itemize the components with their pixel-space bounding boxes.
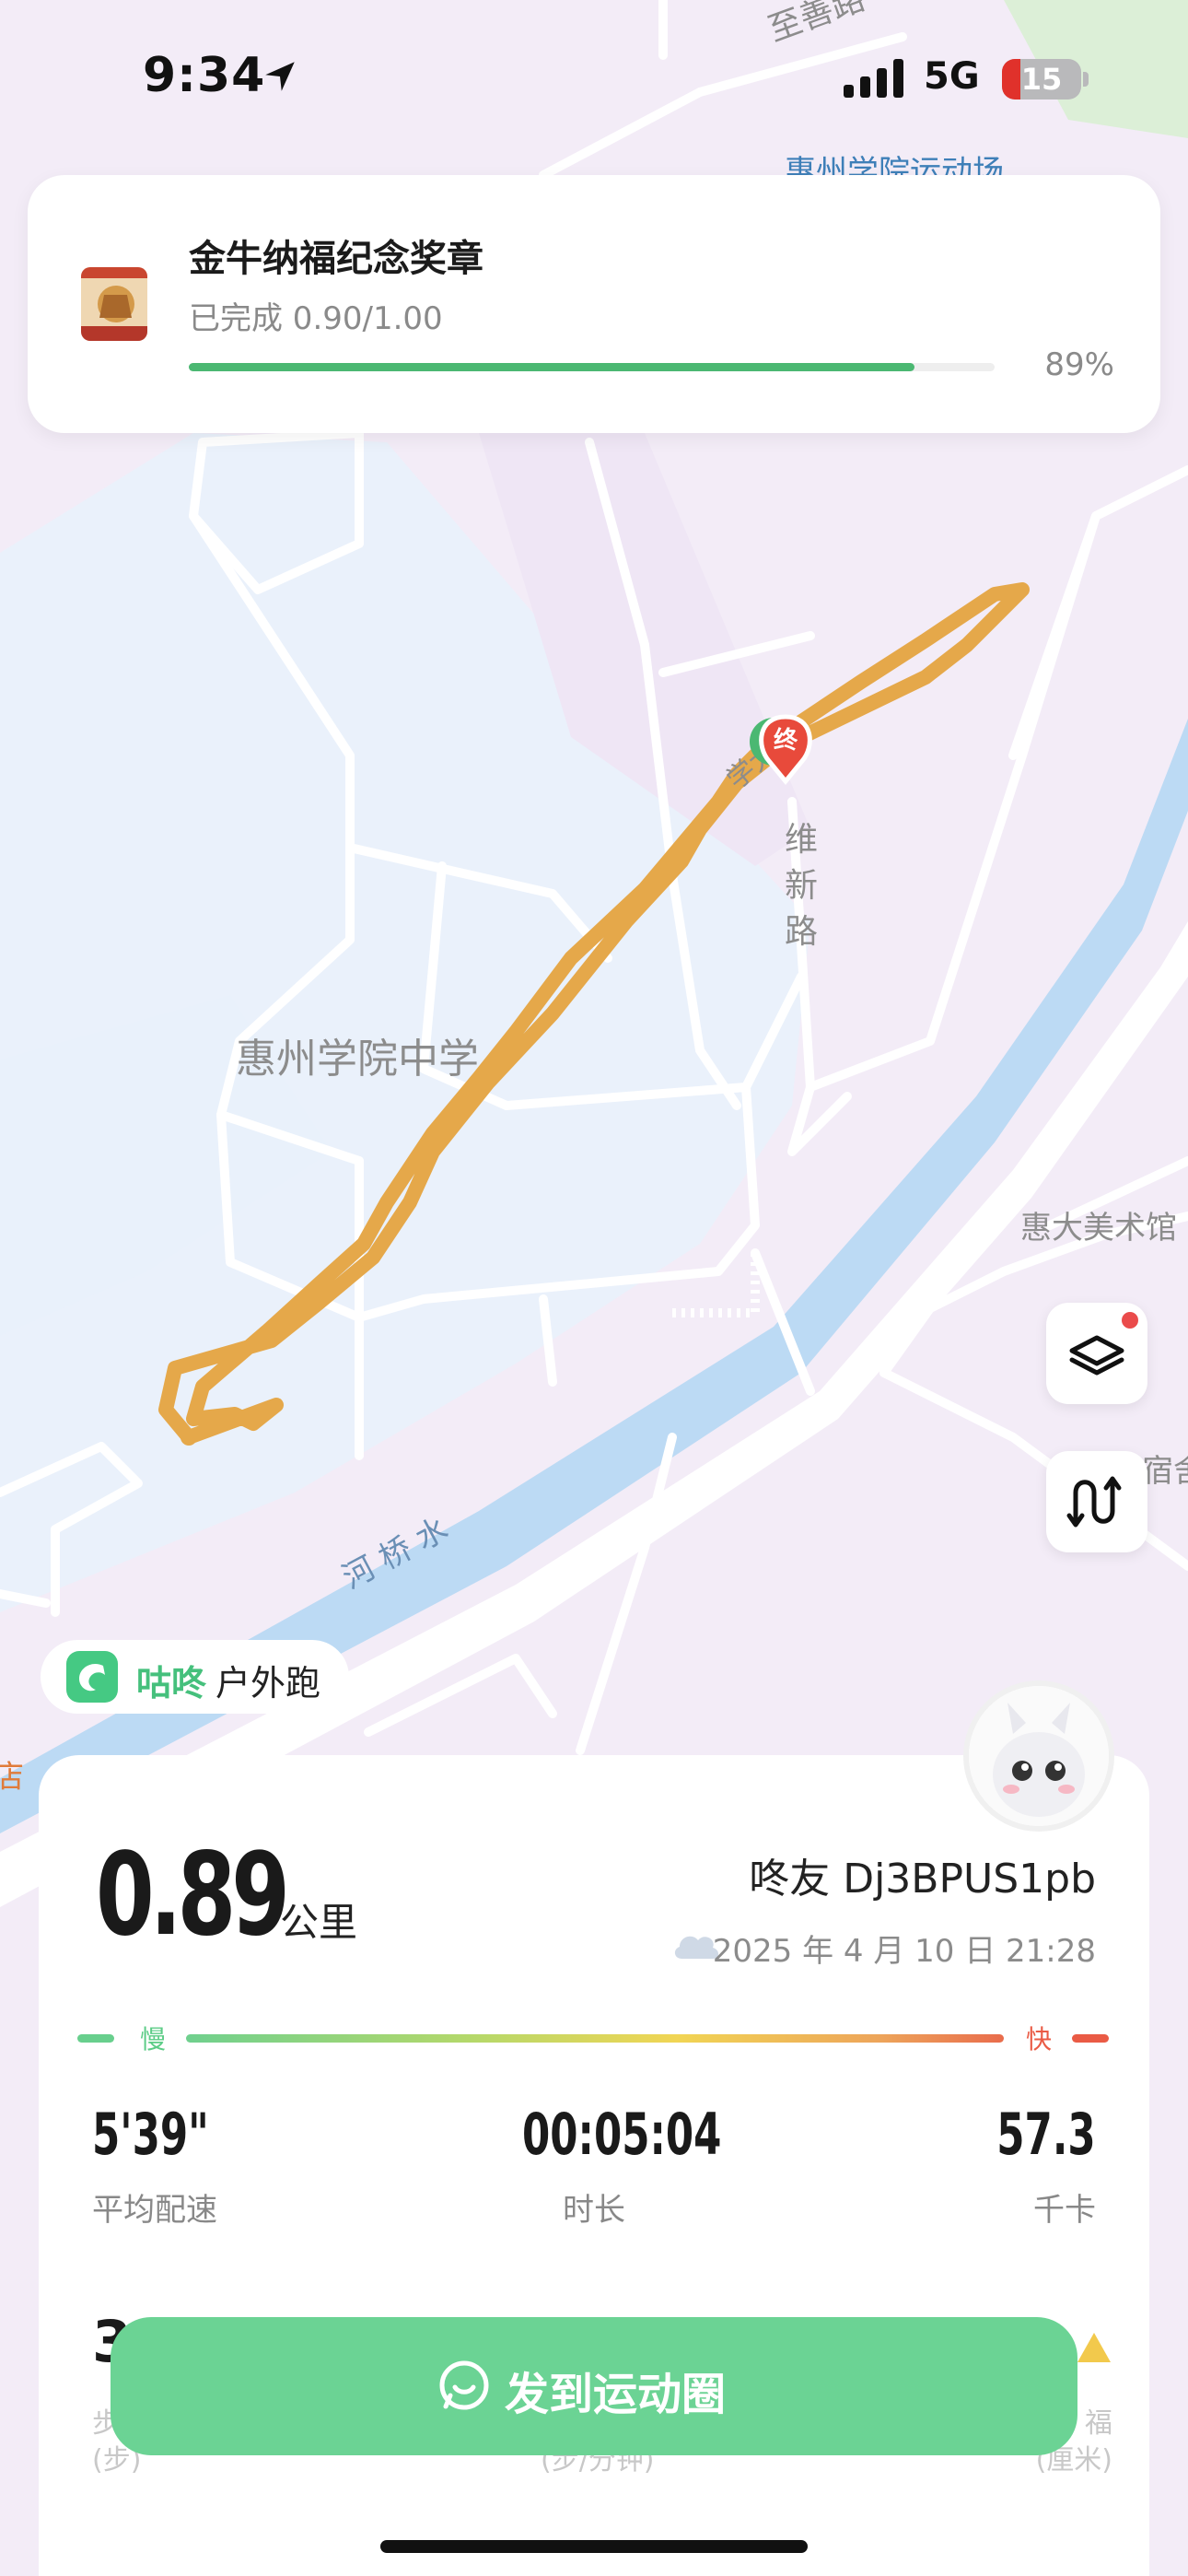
map-label-school: 惠州学院中学 <box>236 1036 479 1083</box>
distance-value: 0.89 <box>96 1829 290 1961</box>
status-bar: 9:34 5G 15 <box>0 0 1188 157</box>
medal-progress-bar <box>189 363 995 371</box>
pace-fast-swatch <box>1072 2034 1109 2043</box>
signal-icon <box>844 59 903 98</box>
notification-dot <box>1122 1312 1138 1329</box>
stat-pace-label: 平均配速 <box>92 2192 217 2229</box>
pace-slow-label: 慢 <box>140 2024 167 2055</box>
avatar[interactable] <box>963 1680 1114 1832</box>
app-brand-pill: 咕咚 户外跑 <box>41 1640 349 1714</box>
battery-level: 15 <box>1020 62 1063 97</box>
medal-progress-fill <box>189 363 914 371</box>
pace-gradient-bar <box>186 2034 1004 2043</box>
battery-icon: 15 <box>1002 59 1081 100</box>
map-label-edge: 店 <box>0 1759 24 1796</box>
stat-duration-value: 00:05:04 <box>522 2101 722 2168</box>
codoon-logo-icon <box>66 1651 118 1703</box>
home-indicator[interactable] <box>380 2540 808 2553</box>
medal-progress-card[interactable]: 金牛纳福纪念奖章 已完成 0.90/1.00 89% <box>28 175 1160 433</box>
medal-percent: 89% <box>1044 346 1114 383</box>
svg-text:新: 新 <box>785 867 818 905</box>
route-wave-icon <box>1066 1476 1122 1528</box>
pace-fast-label: 快 <box>1026 2024 1053 2055</box>
activity-mode: 户外跑 <box>215 1663 321 1704</box>
user-name[interactable]: 咚友 Dj3BPUS1pb <box>749 1845 1096 1904</box>
stat-calories-value: 57.3 <box>996 2101 1096 2168</box>
stat-duration-label: 时长 <box>563 2192 625 2229</box>
medal-image <box>81 267 147 341</box>
location-arrow-icon <box>265 62 295 91</box>
network-type: 5G <box>924 55 980 98</box>
share-button-label: 发到运动圈 <box>505 2369 727 2420</box>
end-marker-label: 终 <box>774 726 798 755</box>
map-label-road-vertical: 维 新 路 <box>785 821 818 951</box>
svg-text:维: 维 <box>785 821 818 859</box>
layers-button[interactable] <box>1046 1303 1147 1404</box>
run-datetime: 2025 年 4 月 10 日 21:28 <box>712 1933 1096 1970</box>
brand-name: 咕咚 <box>136 1663 207 1704</box>
medal-title: 金牛纳福纪念奖章 <box>189 238 483 280</box>
stat-stride-label: 福 <box>1085 2407 1112 2440</box>
route-toggle-button[interactable] <box>1046 1451 1147 1552</box>
status-time: 9:34 <box>143 48 266 103</box>
chat-bubble-icon <box>439 2360 489 2410</box>
map-label-art-hall: 惠大美术馆 <box>1020 1210 1177 1247</box>
mascot-avatar-icon <box>969 1686 1109 1826</box>
medal-progress-text: 已完成 0.90/1.00 <box>189 300 443 337</box>
svg-text:路: 路 <box>785 913 818 951</box>
map-label-dorm: 宿舍 <box>1142 1453 1188 1490</box>
stat-calories-label: 千卡 <box>1033 2192 1096 2229</box>
warning-icon <box>1077 2333 1111 2362</box>
stat-pace-value: 5'39" <box>92 2101 209 2168</box>
share-to-feed-button[interactable]: 发到运动圈 <box>111 2317 1077 2455</box>
distance-unit: 公里 <box>280 1900 358 1945</box>
pace-slow-swatch <box>77 2034 114 2043</box>
